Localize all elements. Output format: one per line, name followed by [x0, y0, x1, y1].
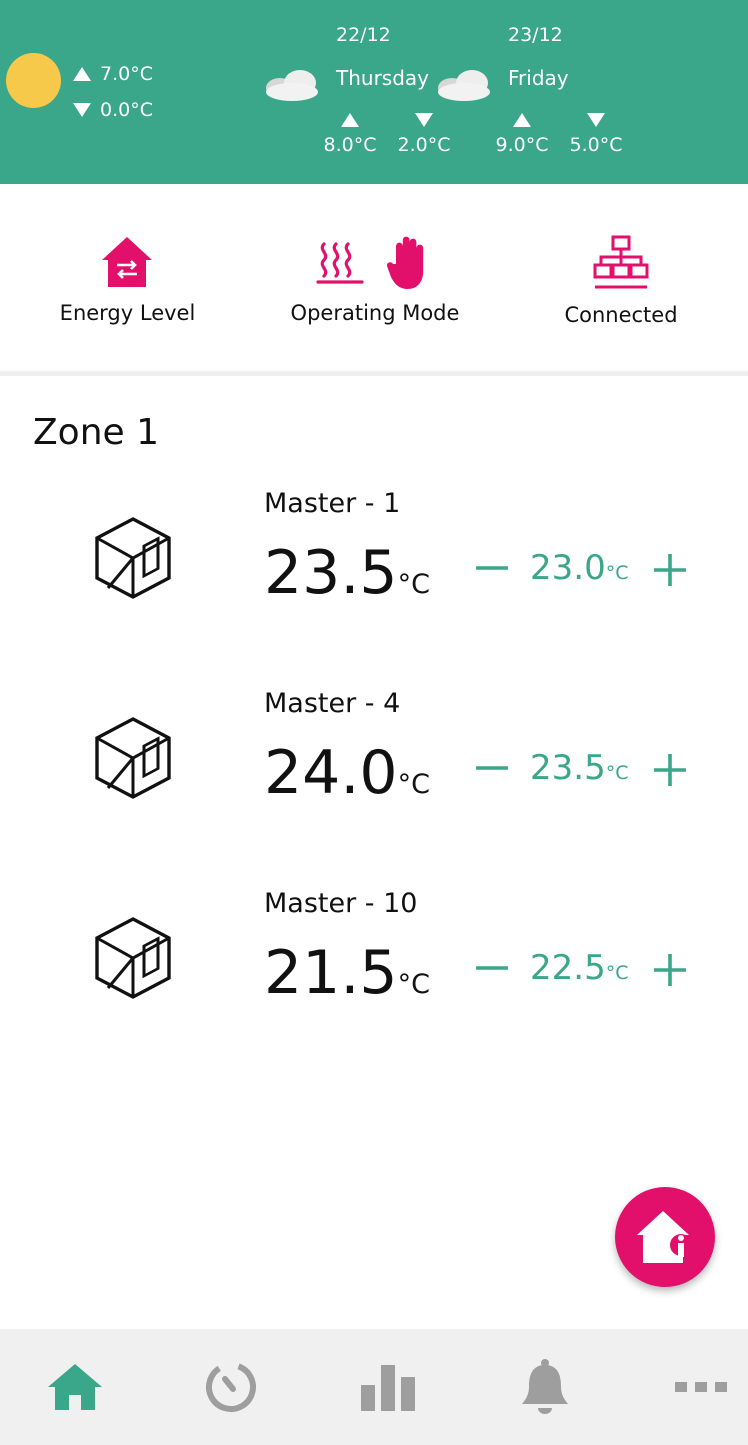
schedule-icon	[206, 1362, 256, 1412]
down-triangle-icon	[414, 112, 434, 128]
forecast-low: 5.0°C	[566, 112, 626, 156]
network-icon	[593, 235, 649, 289]
current-temperature: 21.5°C	[264, 938, 430, 1008]
current-temperature-value: 23.5	[264, 538, 398, 608]
room-icon	[95, 517, 171, 599]
home-icon	[48, 1364, 102, 1410]
forecast-high-value: 8.0°C	[323, 134, 377, 156]
forecast-day-1: 22/12 Thursday 8.0°C 2.0°C	[262, 0, 450, 184]
cloud-icon	[434, 68, 494, 102]
manual-hand-icon	[386, 236, 424, 289]
down-triangle-icon	[586, 112, 606, 128]
sun-icon	[6, 53, 61, 108]
notifications-icon	[522, 1359, 568, 1414]
current-temperature-value: 21.5	[264, 938, 398, 1008]
room-icon	[95, 917, 171, 999]
operating-mode-label: Operating Mode	[290, 301, 460, 325]
room-card[interactable]: Master - 10 21.5°C 22.5°C	[0, 888, 748, 1088]
setpoint-value: 23.0	[530, 548, 606, 588]
today-high: 7.0°C	[72, 56, 153, 92]
setpoint-temperature: 23.5°C	[530, 748, 628, 788]
current-temperature: 23.5°C	[264, 538, 430, 608]
home-info-icon	[637, 1211, 692, 1263]
nav-more-button[interactable]	[646, 1329, 748, 1445]
connection-status-label: Connected	[564, 303, 678, 327]
energy-level-button[interactable]: Energy Level	[40, 184, 215, 371]
home-info-button[interactable]	[615, 1187, 715, 1287]
bottom-navigation	[0, 1329, 748, 1445]
today-low-value: 0.0°C	[100, 99, 153, 121]
room-name: Master - 4	[264, 688, 401, 719]
today-low: 0.0°C	[72, 92, 153, 128]
forecast-high: 8.0°C	[320, 112, 380, 156]
room-card[interactable]: Master - 1 23.5°C 23.0°C	[0, 488, 748, 688]
energy-level-label: Energy Level	[59, 301, 196, 325]
zone-title: Zone 1	[33, 412, 159, 453]
nav-statistics-button[interactable]	[333, 1329, 443, 1445]
energy-house-icon	[102, 237, 152, 287]
forecast-high: 9.0°C	[492, 112, 552, 156]
room-name: Master - 1	[264, 488, 401, 519]
cloud-icon	[262, 68, 322, 102]
room-card[interactable]: Master - 4 24.0°C 23.5°C	[0, 688, 748, 888]
current-temperature-value: 24.0	[264, 738, 398, 808]
increase-setpoint-button[interactable]	[652, 952, 688, 988]
forecast-date: 22/12	[336, 24, 391, 46]
heating-icon	[316, 242, 364, 284]
setpoint-temperature: 23.0°C	[530, 548, 628, 588]
room-name: Master - 10	[264, 888, 418, 919]
decrease-setpoint-button[interactable]	[474, 550, 510, 586]
temperature-unit: °C	[397, 569, 430, 600]
section-divider	[0, 371, 748, 376]
setpoint-temperature: 22.5°C	[530, 948, 628, 988]
setpoint-value: 23.5	[530, 748, 606, 788]
decrease-setpoint-button[interactable]	[474, 950, 510, 986]
today-temperatures: 7.0°C 0.0°C	[72, 56, 153, 128]
up-triangle-icon	[72, 66, 92, 82]
current-temperature: 24.0°C	[264, 738, 430, 808]
setpoint-unit: °C	[605, 562, 629, 584]
setpoint-unit: °C	[605, 762, 629, 784]
forecast-high-value: 9.0°C	[495, 134, 549, 156]
up-triangle-icon	[512, 112, 532, 128]
weather-header: 7.0°C 0.0°C 22/12 Thursday 8.0°C 2.0°C 2…	[0, 0, 748, 184]
setpoint-unit: °C	[605, 962, 629, 984]
statistics-icon	[361, 1365, 415, 1411]
nav-schedule-button[interactable]	[176, 1329, 286, 1445]
forecast-low-value: 5.0°C	[569, 134, 623, 156]
up-triangle-icon	[340, 112, 360, 128]
status-bar: Energy Level Operating Mode Connected	[0, 184, 748, 371]
temperature-unit: °C	[397, 969, 430, 1000]
increase-setpoint-button[interactable]	[652, 552, 688, 588]
room-icon	[95, 717, 171, 799]
operating-mode-button[interactable]: Operating Mode	[280, 184, 470, 371]
connection-status-button[interactable]: Connected	[540, 184, 702, 371]
temperature-unit: °C	[397, 769, 430, 800]
forecast-day-name: Friday	[508, 66, 569, 90]
increase-setpoint-button[interactable]	[652, 752, 688, 788]
forecast-date: 23/12	[508, 24, 563, 46]
forecast-day-2: 23/12 Friday 9.0°C 5.0°C	[434, 0, 664, 184]
more-icon	[675, 1382, 727, 1392]
nav-notifications-button[interactable]	[490, 1329, 600, 1445]
down-triangle-icon	[72, 102, 92, 118]
forecast-day-name: Thursday	[336, 66, 429, 90]
nav-home-button[interactable]	[20, 1329, 130, 1445]
decrease-setpoint-button[interactable]	[474, 750, 510, 786]
setpoint-value: 22.5	[530, 948, 606, 988]
today-high-value: 7.0°C	[100, 63, 153, 85]
